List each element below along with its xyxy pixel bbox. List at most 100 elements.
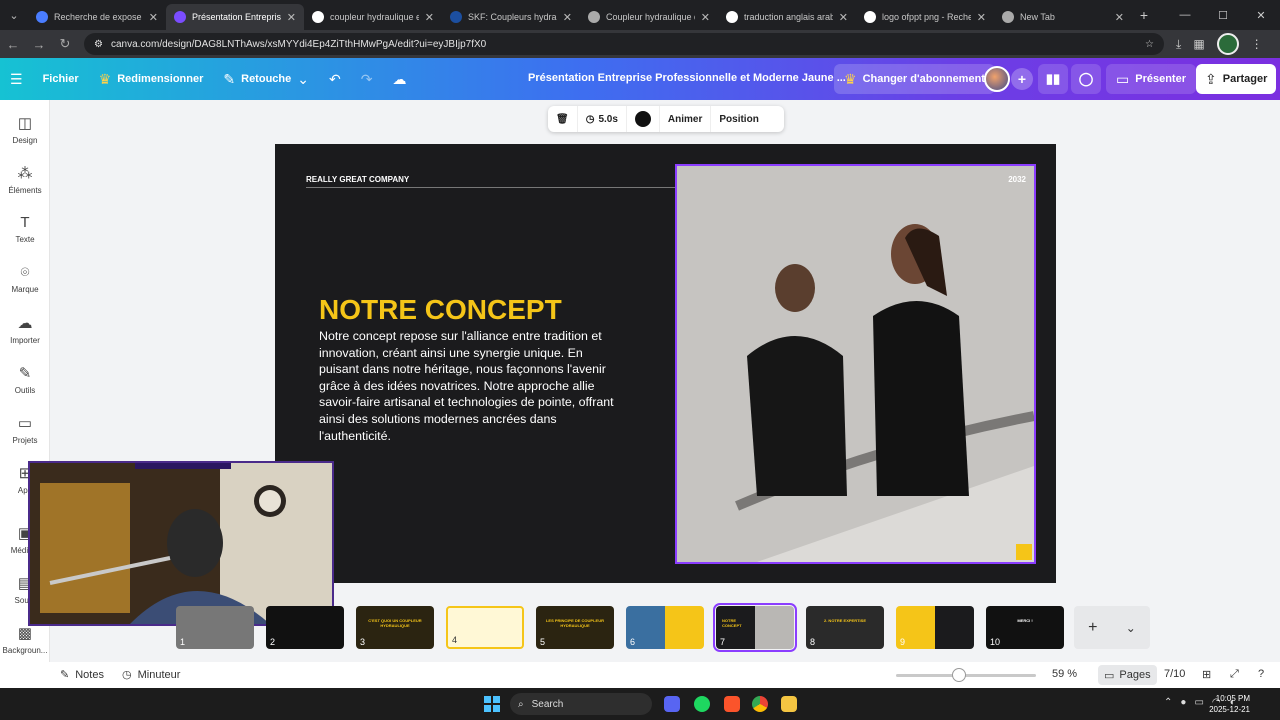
webcam-overlay [28, 461, 334, 626]
undo-button[interactable]: ↶ [319, 64, 351, 94]
file-menu-button[interactable]: Fichier [33, 64, 89, 94]
tab-search-chevron-icon[interactable]: ⌄ [0, 0, 28, 30]
profile-avatar[interactable] [1216, 33, 1239, 55]
zoom-slider-track[interactable] [896, 674, 1036, 677]
close-icon[interactable]: ✕ [701, 11, 710, 24]
browser-tab[interactable]: SKF: Coupleurs hydrauli ✕ [442, 4, 580, 30]
comment-icon[interactable]: ◯ [1071, 64, 1101, 94]
pages-button[interactable]: ▭ Pages [1098, 665, 1157, 685]
browser-tab[interactable]: logo ofppt png - Reche ✕ [856, 4, 994, 30]
resize-button[interactable]: ♛ Redimensionner [89, 64, 214, 94]
color-picker-button[interactable] [627, 106, 660, 132]
monitor-icon[interactable]: ▭ [1194, 697, 1203, 708]
new-tab-plus-icon[interactable]: + [1132, 7, 1156, 23]
browser-tab[interactable]: Recherche de expose pr ✕ [28, 4, 166, 30]
close-icon[interactable]: ✕ [1115, 11, 1124, 24]
close-icon[interactable]: ✕ [977, 11, 986, 24]
discord-icon[interactable] [664, 696, 680, 712]
taskbar-search[interactable]: ⌕ Search [510, 693, 652, 715]
back-arrow-icon[interactable]: ← [0, 37, 26, 52]
browser-menu-icon[interactable]: ⋮ [1251, 37, 1263, 51]
close-icon[interactable]: ✕ [287, 11, 296, 24]
page-thumbnail[interactable]: 2 [266, 606, 344, 649]
upgrade-button[interactable]: ♛ Changer d'abonnement [834, 64, 995, 94]
page-thumbnail[interactable]: LES PRINCIPE DE COUPLEUR HYDRAULIQUE 5 [536, 606, 614, 649]
windows-start-icon[interactable] [484, 696, 500, 712]
slide-title[interactable]: NOTRE CONCEPT [319, 294, 562, 326]
close-icon[interactable]: ✕ [563, 11, 572, 24]
help-icon[interactable]: ? [1258, 668, 1264, 680]
microphone-icon[interactable]: ● [1180, 697, 1186, 708]
page-thumbnail-selected[interactable]: NOTRE CONCEPT 7 [713, 603, 797, 652]
share-button[interactable]: ⇪ Partager [1196, 64, 1276, 94]
delete-button[interactable]: 🗑 [548, 106, 578, 132]
window-close-icon[interactable]: ✕ [1242, 0, 1280, 30]
browser-tab[interactable]: New Tab ✕ [994, 4, 1132, 30]
reload-icon[interactable]: ↻ [52, 36, 78, 52]
page-thumbnail[interactable]: 6 [626, 606, 704, 649]
site-info-icon[interactable]: ⚙ [94, 39, 103, 50]
close-icon[interactable]: ✕ [425, 11, 434, 24]
insights-chart-icon[interactable]: ▮▮ [1038, 64, 1068, 94]
year-label[interactable]: 2032 [1008, 175, 1026, 184]
minimize-icon[interactable]: — [1166, 0, 1204, 30]
download-icon[interactable]: ⤓ [1176, 37, 1181, 52]
present-button[interactable]: ▭ Présenter [1106, 64, 1196, 94]
maximize-icon[interactable]: ☐ [1204, 0, 1242, 30]
forward-arrow-icon[interactable]: → [26, 37, 52, 52]
collaborator-avatar[interactable] [984, 66, 1010, 92]
slide-body-text[interactable]: Notre concept repose sur l'alliance entr… [319, 328, 619, 444]
share-upload-icon: ⇪ [1205, 70, 1217, 87]
add-collaborator-plus-icon[interactable]: + [1011, 68, 1033, 90]
page-thumbnail[interactable]: 4 [446, 606, 524, 649]
sidebar-item-upload[interactable]: ☁ Importer [0, 314, 50, 345]
page-thumbnail[interactable]: C'EST QUOI UN COUPLEUR HYDRAULIQUE 3 [356, 606, 434, 649]
page-thumbnail[interactable]: 1 [176, 606, 254, 649]
close-icon[interactable]: ✕ [839, 11, 848, 24]
sidebar-item-brand[interactable]: ⌾ Marque [0, 264, 50, 294]
page-thumbnail[interactable]: 9 [896, 606, 974, 649]
sidebar-item-text[interactable]: T Texte [0, 214, 50, 244]
url-input[interactable]: ⚙ canva.com/design/DAG8LNThAws/xsMYYdi4E… [84, 33, 1164, 55]
browser-tab-active[interactable]: Présentation Entreprise ✕ [166, 4, 304, 30]
page-thumbnails: 1 2 C'EST QUOI UN COUPLEUR HYDRAULIQUE 3 … [176, 603, 1064, 652]
chrome-icon[interactable] [752, 696, 768, 712]
document-title[interactable]: Présentation Entreprise Professionnelle … [528, 72, 846, 84]
file-explorer-icon[interactable] [781, 696, 797, 712]
spotify-icon[interactable] [694, 696, 710, 712]
save-status-button[interactable]: ☁ [382, 64, 416, 94]
brave-icon[interactable] [724, 696, 740, 712]
team-photo[interactable] [675, 164, 1036, 564]
fullscreen-icon[interactable]: ⤢ [1230, 668, 1239, 681]
retouch-button[interactable]: ✎ Retouche ⌄ [213, 64, 319, 94]
page-thumbnail[interactable]: 2. NOTRE EXPERTISE 8 [806, 606, 884, 649]
animate-button[interactable]: Animer [660, 106, 712, 132]
duration-button[interactable]: ◷ 5.0s [578, 106, 627, 132]
sidebar-item-design[interactable]: ◫ Design [0, 114, 50, 145]
taskbar-clock[interactable]: 10:05 PM 2025-12-21 [1209, 693, 1250, 715]
chevron-down-icon[interactable]: ⌄ [1126, 621, 1136, 635]
add-page-button[interactable]: + ⌄ [1074, 606, 1150, 649]
timer-button[interactable]: ◷ Minuteur [122, 668, 180, 682]
sidebar-item-background[interactable]: ▩ Backgroun... [0, 624, 50, 655]
bookmark-star-icon[interactable]: ☆ [1145, 39, 1154, 50]
close-icon[interactable]: ✕ [149, 11, 158, 24]
page-thumbnail[interactable]: MERCI ! 10 [986, 606, 1064, 649]
slide-canvas[interactable]: REALLY GREAT COMPANY 2032 NOTRE CONCEPT … [275, 144, 1056, 583]
browser-tab[interactable]: traduction anglais arab ✕ [718, 4, 856, 30]
redo-button[interactable]: ↷ [351, 64, 383, 94]
hamburger-menu-icon[interactable]: ☰ [0, 64, 33, 94]
zoom-level[interactable]: 59 % [1052, 668, 1077, 680]
grid-view-icon[interactable]: ⊞ [1202, 668, 1211, 681]
company-name[interactable]: REALLY GREAT COMPANY [306, 175, 409, 184]
sidebar-item-elements[interactable]: ⁂ Éléments [0, 164, 50, 195]
zoom-slider-handle[interactable] [952, 668, 966, 682]
sidebar-item-tools[interactable]: ✎ Outils [0, 364, 50, 395]
browser-tab[interactable]: Coupleur hydraulique d ✕ [580, 4, 718, 30]
sidebar-item-projects[interactable]: ▭ Projets [0, 414, 50, 445]
position-button[interactable]: Position [711, 106, 766, 132]
extensions-icon[interactable]: ▦ [1193, 37, 1204, 51]
browser-tab[interactable]: coupleur hydraulique ex ✕ [304, 4, 442, 30]
notes-button[interactable]: ✎ Notes [60, 668, 104, 682]
chevron-up-icon[interactable]: ⌃ [1164, 697, 1172, 708]
